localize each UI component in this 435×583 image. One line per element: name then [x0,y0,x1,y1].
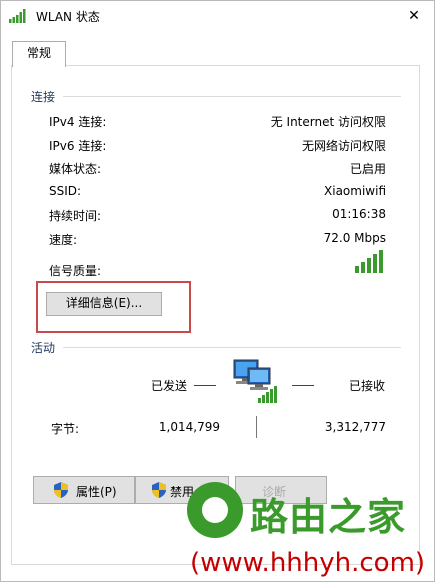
ipv6-value: 无网络访问权限 [301,139,386,153]
bytes-separator [256,416,257,438]
sent-dash [194,385,216,386]
signal-quality-label: 信号质量: [49,264,102,278]
diagnose-button[interactable]: 诊断 [235,476,327,504]
disable-button[interactable]: 禁用 [135,476,229,504]
wlan-status-window: WLAN 状态 ✕ 常规 连接 IPv4 连接: 无 Internet 访问权限… [0,0,435,582]
network-computers-icon [233,359,277,403]
speed-value: 72.0 Mbps [323,231,386,245]
bytes-label: 字节: [51,422,80,436]
shield-icon [152,482,166,498]
media-state-label: 媒体状态: [49,162,102,176]
ipv4-label: IPv4 连接: [49,115,107,129]
received-dash [292,385,314,386]
diagnose-button-label: 诊断 [262,485,287,499]
ipv4-value: 无 Internet 访问权限 [270,115,386,129]
duration-label: 持续时间: [49,209,102,223]
signal-strength-icon [355,250,383,273]
ipv6-label: IPv6 连接: [49,139,107,153]
properties-button[interactable]: 属性(P) [33,476,135,504]
activity-section-title: 活动 [31,341,56,355]
connection-section-title: 连接 [31,90,56,104]
received-label: 已接收 [349,379,386,393]
tab-general[interactable]: 常规 [12,41,66,67]
activity-divider [63,347,401,348]
duration-value: 01:16:38 [332,207,386,221]
properties-button-label: 属性(P) [76,485,117,499]
bytes-received-value: 3,312,777 [324,420,386,434]
speed-label: 速度: [49,233,78,247]
disable-button-label: 禁用 [170,485,195,499]
tab-general-label: 常规 [26,46,51,60]
window-title: WLAN 状态 [36,10,100,24]
ssid-value: Xiaomiwifi [324,184,386,198]
ssid-label: SSID: [49,184,82,198]
connection-divider [63,96,401,97]
bytes-sent-value: 1,014,799 [158,420,220,434]
wifi-signal-icon [9,9,26,23]
title-bar[interactable]: WLAN 状态 ✕ [1,1,434,31]
highlight-box [36,281,191,333]
shield-icon [54,482,68,498]
close-button[interactable]: ✕ [394,1,434,31]
sent-label: 已发送 [151,379,188,393]
media-state-value: 已启用 [349,162,386,176]
